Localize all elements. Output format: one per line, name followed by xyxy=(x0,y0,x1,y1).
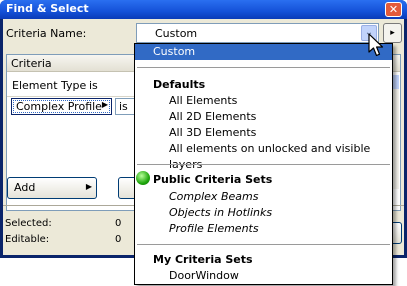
criteria-name-label: Criteria Name: xyxy=(6,27,87,40)
dropdown-group-my-sets: My Criteria Sets xyxy=(153,253,253,266)
dropdown-item-custom[interactable]: Custom xyxy=(135,44,392,60)
criteria-row-operator[interactable]: is xyxy=(89,79,98,92)
row-divider xyxy=(7,96,137,97)
dropdown-item-all-2d[interactable]: All 2D Elements xyxy=(135,109,392,125)
selected-count: 0 xyxy=(115,218,122,229)
mouse-cursor-icon xyxy=(368,33,384,57)
dropdown-item-all-3d[interactable]: All 3D Elements xyxy=(135,125,392,141)
close-icon: ✕ xyxy=(388,3,399,16)
window-title: Find & Select xyxy=(6,2,89,15)
close-button[interactable]: ✕ xyxy=(385,2,402,17)
green-ball-icon xyxy=(136,171,150,185)
criteria-name-combo[interactable]: Custom ⌄ xyxy=(136,23,379,43)
criteria-operator-label: is xyxy=(119,100,128,113)
criteria-name-value: Custom xyxy=(155,27,198,40)
dropdown-separator xyxy=(137,164,390,165)
criteria-property-button[interactable]: Complex Profile ▶ xyxy=(11,98,112,115)
next-arrow-icon: ▸ xyxy=(390,28,395,38)
editable-label: Editable: xyxy=(5,234,50,245)
add-button-label: Add xyxy=(14,181,36,194)
dropdown-separator xyxy=(137,244,390,245)
dropdown-item-all-elements[interactable]: All Elements xyxy=(135,93,392,109)
add-button[interactable]: Add ▶ xyxy=(7,177,97,199)
dropdown-separator xyxy=(137,67,390,68)
selected-label: Selected: xyxy=(5,218,52,229)
dropdown-group-defaults: Defaults xyxy=(153,78,206,91)
dropdown-item-objects-hotlinks[interactable]: Objects in Hotlinks xyxy=(135,205,392,221)
editable-count: 0 xyxy=(115,234,122,245)
dropdown-item-doorwindow[interactable]: DoorWindow xyxy=(135,268,392,284)
dropdown-item-unlocked-layers[interactable]: All elements on unlocked and visible lay… xyxy=(135,141,392,171)
criteria-header-label: Criteria xyxy=(11,57,52,70)
dropdown-item-profile-elements[interactable]: Profile Elements xyxy=(135,221,392,237)
right-arrow-icon: ▶ xyxy=(101,100,108,109)
dropdown-item-complex-beams[interactable]: Complex Beams xyxy=(135,189,392,205)
dropdown-group-public: Public Criteria Sets xyxy=(153,173,273,186)
right-arrow-icon: ▶ xyxy=(85,182,92,191)
criteria-dropdown-list: Custom Defaults All Elements All 2D Elem… xyxy=(134,43,393,285)
criteria-row-property[interactable]: Element Type xyxy=(12,79,86,92)
title-bar[interactable]: Find & Select ✕ xyxy=(0,0,407,19)
criteria-property-label: Complex Profile xyxy=(16,100,102,113)
